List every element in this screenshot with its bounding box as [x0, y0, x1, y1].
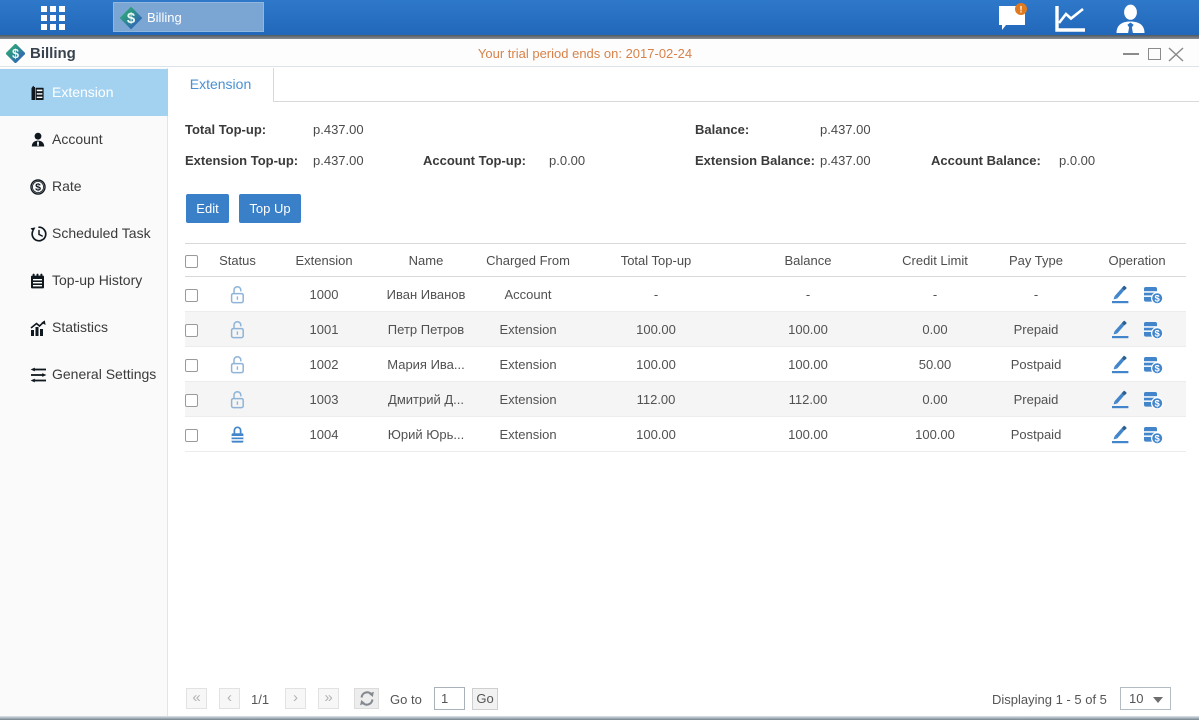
svg-text:!: !	[1020, 5, 1023, 15]
svg-text:$: $	[35, 182, 41, 194]
svg-text:$: $	[127, 10, 136, 27]
svg-text:$: $	[12, 47, 19, 61]
